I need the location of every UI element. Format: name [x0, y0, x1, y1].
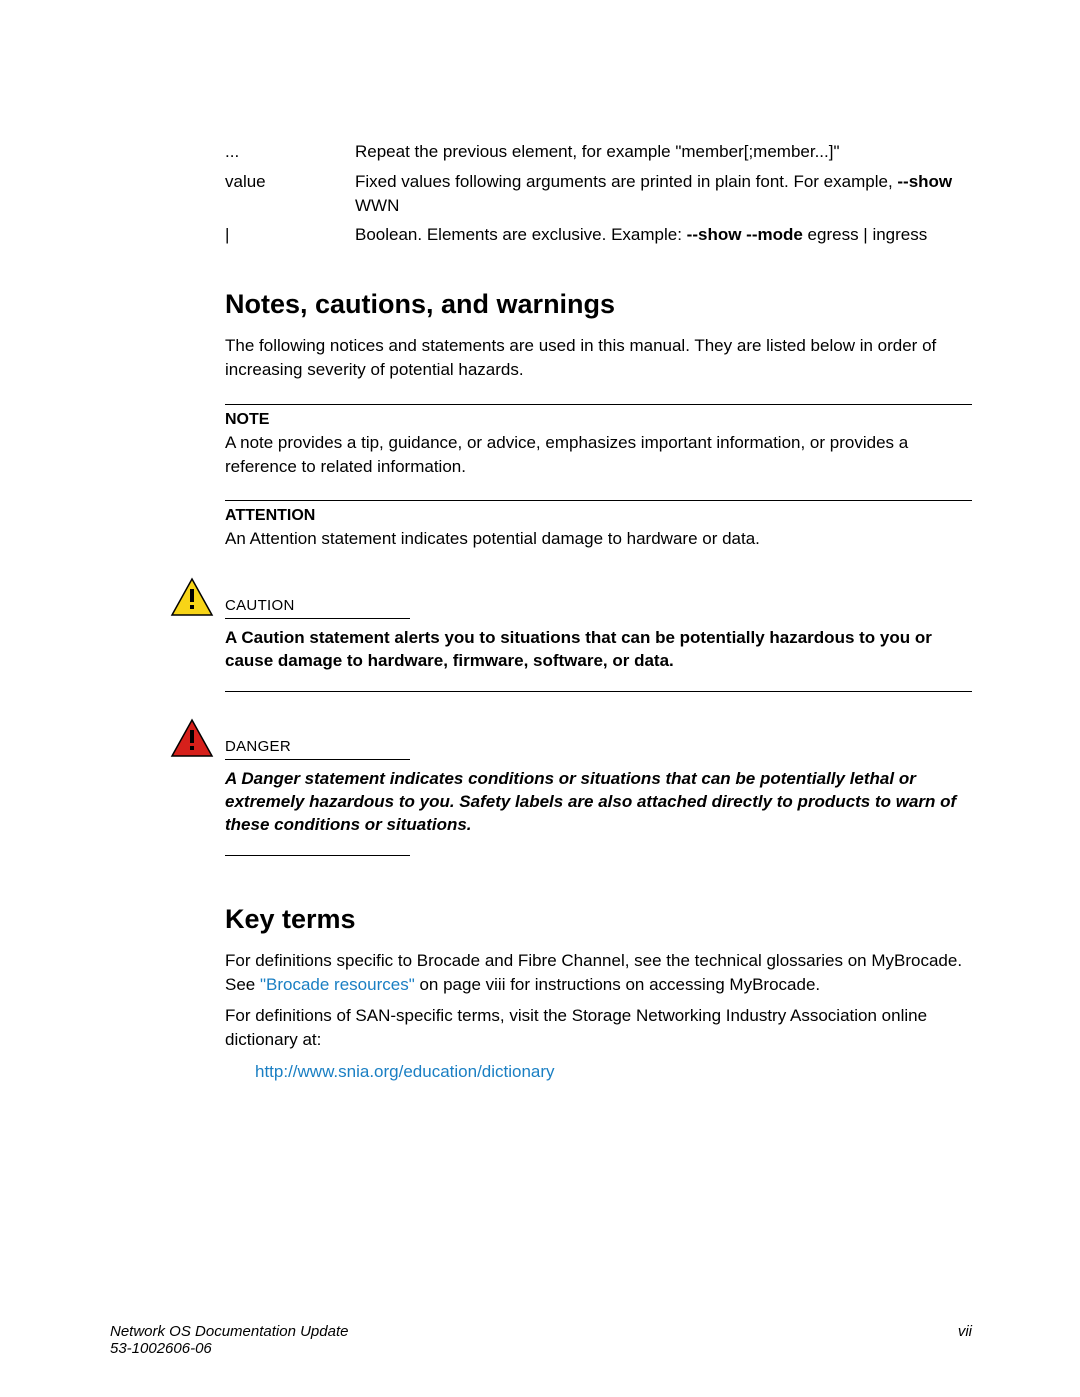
note-text: A note provides a tip, guidance, or advi…	[225, 431, 972, 479]
page-footer: Network OS Documentation Update 53-10026…	[110, 1323, 972, 1357]
syntax-symbol: |	[170, 223, 355, 247]
section-intro: The following notices and statements are…	[170, 334, 972, 382]
caution-icon	[170, 577, 225, 692]
syntax-row-value: value Fixed values following arguments a…	[170, 170, 972, 218]
section-heading-keyterms: Key terms	[170, 904, 972, 935]
brocade-resources-link[interactable]: "Brocade resources"	[260, 975, 415, 994]
page-content: ... Repeat the previous element, for exa…	[0, 0, 1080, 1397]
snia-link[interactable]: http://www.snia.org/education/dictionary	[255, 1062, 555, 1081]
syntax-description: Boolean. Elements are exclusive. Example…	[355, 223, 972, 247]
section-heading-notes: Notes, cautions, and warnings	[170, 289, 972, 320]
syntax-symbol: value	[170, 170, 355, 218]
syntax-description: Fixed values following arguments are pri…	[355, 170, 972, 218]
syntax-row-pipe: | Boolean. Elements are exclusive. Examp…	[170, 223, 972, 247]
caution-label: CAUTION	[225, 597, 295, 614]
danger-icon	[170, 718, 225, 856]
attention-text: An Attention statement indicates potenti…	[225, 527, 972, 551]
footer-doc-title: Network OS Documentation Update	[110, 1323, 348, 1340]
keyterms-paragraph-1: For definitions specific to Brocade and …	[170, 949, 972, 997]
note-label: NOTE	[225, 411, 972, 429]
syntax-symbol: ...	[170, 140, 355, 164]
danger-block: DANGER A Danger statement indicates cond…	[170, 718, 972, 856]
keyterms-paragraph-2: For definitions of SAN-specific terms, v…	[170, 1004, 972, 1052]
note-block: NOTE A note provides a tip, guidance, or…	[225, 404, 972, 479]
snia-link-block: http://www.snia.org/education/dictionary	[170, 1062, 972, 1082]
syntax-row-ellipsis: ... Repeat the previous element, for exa…	[170, 140, 972, 164]
danger-label: DANGER	[225, 738, 291, 755]
attention-label: ATTENTION	[225, 507, 972, 525]
footer-doc-number: 53-1002606-06	[110, 1340, 348, 1357]
caution-text: A Caution statement alerts you to situat…	[225, 627, 972, 692]
danger-text: A Danger statement indicates conditions …	[225, 768, 972, 855]
footer-page-number: vii	[958, 1323, 972, 1357]
caution-block: CAUTION A Caution statement alerts you t…	[170, 577, 972, 692]
attention-block: ATTENTION An Attention statement indicat…	[225, 500, 972, 551]
syntax-description: Repeat the previous element, for example…	[355, 140, 972, 164]
